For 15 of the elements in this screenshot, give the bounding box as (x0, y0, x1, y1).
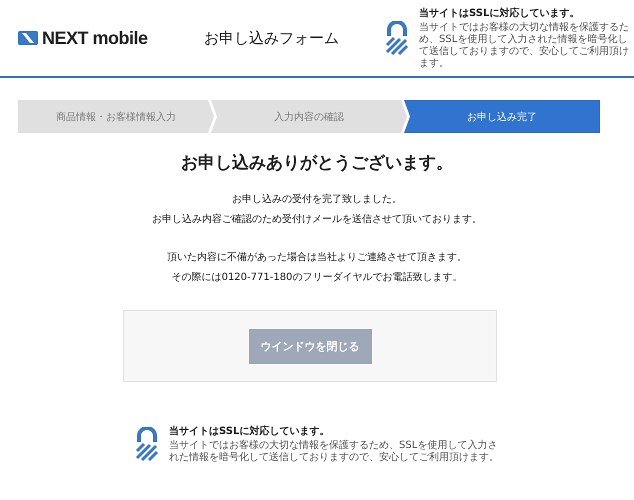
message-text: その際には0120-771-180のフリーダイヤルでお電話致します。 (172, 270, 462, 284)
message-text: お申し込みの受付を完了致しました。 (232, 192, 402, 206)
ssl-title: 当サイトはSSLに対応しています。 (169, 424, 330, 438)
lock-icon (135, 427, 159, 461)
heading: お申し込みありがとうございます。 (180, 152, 454, 174)
message-text: お申し込み内容ご確認のため受付けメールを送信させて頂いております。 (152, 212, 482, 226)
lock-icon (385, 21, 409, 55)
page-title: お申し込みフォーム (204, 28, 340, 48)
ssl-text: 当サイトではお客様の大切な情報を保護するため、SSLを使用して入力された情報を暗号化して送信しておりますので、安心してご利用頂けます。 (419, 22, 630, 70)
logo-icon (18, 31, 38, 45)
message-text: 頂いた内容に不備があった場合は当社よりご連絡させて頂きます。 (167, 250, 467, 264)
close-window-button[interactable]: ウインドウを閉じる (248, 328, 372, 364)
ssl-title: 当サイトはSSLに対応しています。 (419, 6, 580, 20)
ssl-text: 当サイトではお客様の大切な情報を保護するため、SSLを使用して入力された情報を暗号化して送信しておりますので、安心してご利用頂けます。 (169, 440, 499, 464)
logo-text: NEXT mobile (42, 28, 148, 48)
